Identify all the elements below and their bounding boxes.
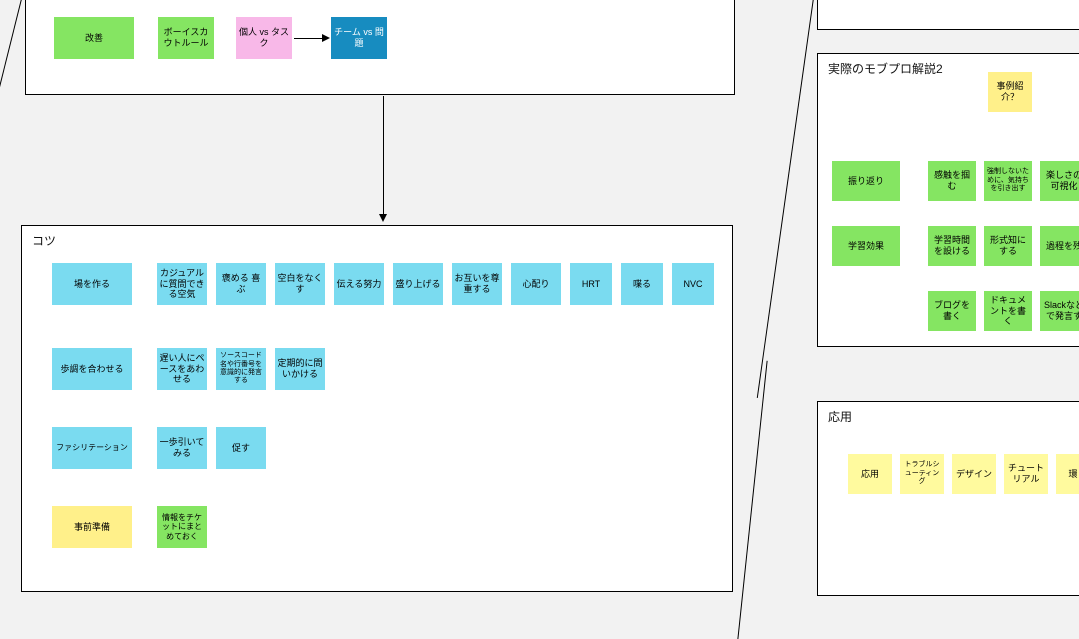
frame-title-mobpro2: 実際のモブプロ解説2 — [828, 60, 943, 77]
note-boyscout[interactable]: ボーイスカウトルール — [158, 17, 214, 59]
note-r2-1[interactable]: 学習時間を設ける — [928, 226, 976, 266]
note-ouyou-1[interactable]: トラブルシューティング — [900, 454, 944, 494]
frame-ouyou[interactable]: 応用 応用 トラブルシューティング デザイン チュートリアル 環 — [817, 401, 1079, 596]
frame-title-ouyou: 応用 — [828, 408, 852, 425]
note-row1-6[interactable]: お互いを尊重する — [452, 263, 502, 305]
note-row4-b[interactable]: 情報をチケットにまとめておく — [157, 506, 207, 548]
note-ouyou-2[interactable]: デザイン — [952, 454, 996, 494]
frame-title-kotsu: コツ — [32, 232, 56, 249]
note-r1-2[interactable]: 強制しないために、気持ちを引き出す — [984, 161, 1032, 201]
divider-line — [737, 361, 767, 639]
arrow-head-icon — [379, 214, 387, 222]
note-individual-vs-task[interactable]: 個人 vs タスク — [236, 17, 292, 59]
note-row4-a[interactable]: 事前準備 — [52, 506, 132, 548]
note-improve[interactable]: 改善 — [54, 17, 134, 59]
note-row1-0[interactable]: 場を作る — [52, 263, 132, 305]
frame-kotsu[interactable]: コツ 場を作る カジュアルに質問できる空気 褒める 喜ぶ 空白をなくす 伝える努… — [21, 225, 733, 592]
note-r1-3[interactable]: 楽しさの可視化 — [1040, 161, 1079, 201]
note-highlight[interactable]: 事例紹介？ — [988, 72, 1032, 112]
note-row1-2[interactable]: 褒める 喜ぶ — [216, 263, 266, 305]
note-ouyou-3[interactable]: チュートリアル — [1004, 454, 1048, 494]
note-row1-5[interactable]: 盛り上げる — [393, 263, 443, 305]
note-r2-0[interactable]: 学習効果 — [832, 226, 900, 266]
note-r1-1[interactable]: 感触を掴む — [928, 161, 976, 201]
note-row1-3[interactable]: 空白をなくす — [275, 263, 325, 305]
arrow-head-icon — [322, 34, 330, 42]
divider-line — [757, 0, 816, 398]
divider-line — [0, 0, 26, 88]
note-row1-9[interactable]: 喋る — [621, 263, 663, 305]
note-row3-1[interactable]: 一歩引いてみる — [157, 427, 207, 469]
note-row2-0[interactable]: 歩調を合わせる — [52, 348, 132, 390]
note-ouyou-0[interactable]: 応用 — [848, 454, 892, 494]
note-row3-0[interactable]: ファシリテーション — [52, 427, 132, 469]
note-r3-1[interactable]: ドキュメントを書く — [984, 291, 1032, 331]
arrow-line — [383, 96, 384, 216]
note-r2-3[interactable]: 過程を残 — [1040, 226, 1079, 266]
note-r3-2[interactable]: Slackなどで発言す — [1040, 291, 1079, 331]
note-row1-4[interactable]: 伝える努力 — [334, 263, 384, 305]
note-row1-7[interactable]: 心配り — [511, 263, 561, 305]
note-row2-1[interactable]: 遅い人にペースをあわせる — [157, 348, 207, 390]
note-row2-3[interactable]: 定期的に問いかける — [275, 348, 325, 390]
note-row1-10[interactable]: NVC — [672, 263, 714, 305]
note-row1-1[interactable]: カジュアルに質問できる空気 — [157, 263, 207, 305]
note-r1-0[interactable]: 振り返り — [832, 161, 900, 201]
note-row3-2[interactable]: 促す — [216, 427, 266, 469]
frame-top[interactable]: 改善 ボーイスカウトルール 個人 vs タスク チーム vs 問題 — [25, 0, 735, 95]
note-r3-0[interactable]: ブログを書く — [928, 291, 976, 331]
note-team-vs-problem[interactable]: チーム vs 問題 — [331, 17, 387, 59]
note-row1-8[interactable]: HRT — [570, 263, 612, 305]
note-ouyou-4[interactable]: 環 — [1056, 454, 1079, 494]
note-row2-2[interactable]: ソースコード名や行番号を意識的に発言する — [216, 348, 266, 390]
note-r2-2[interactable]: 形式知にする — [984, 226, 1032, 266]
arrow-line — [294, 38, 324, 39]
frame-mobpro2[interactable]: 実際のモブプロ解説2 事例紹介？ 振り返り 感触を掴む 強制しないために、気持ち… — [817, 53, 1079, 347]
frame-right-top[interactable] — [817, 0, 1079, 30]
